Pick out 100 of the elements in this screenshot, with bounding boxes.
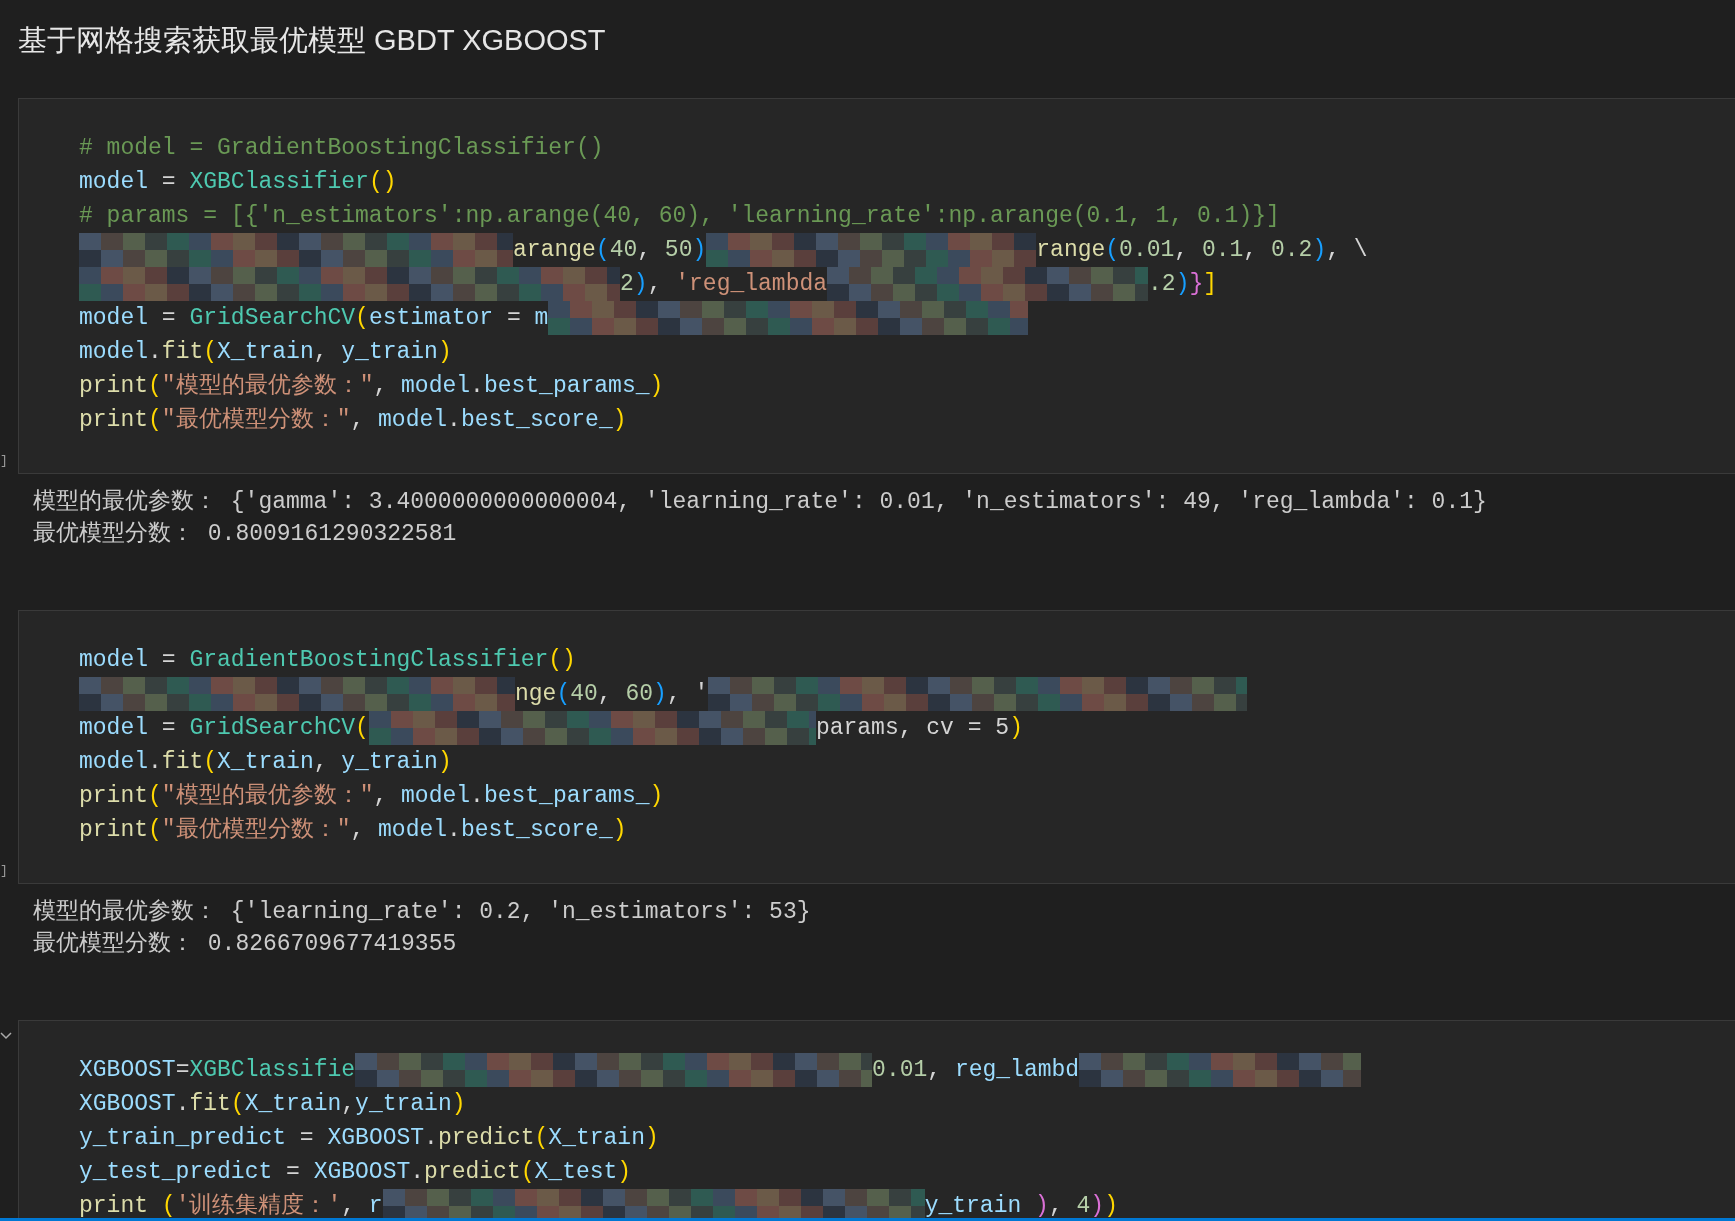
code-function-name: print — [79, 406, 148, 435]
execution-count: ] — [0, 451, 8, 470]
code-text: . — [175, 1090, 190, 1119]
chevron-down-icon[interactable] — [0, 1032, 12, 1040]
code-function-name: fit — [161, 338, 204, 367]
code-text: , — [1174, 236, 1190, 265]
code-identifier: best_params_ — [483, 782, 650, 811]
code-bracket: ( — [520, 1158, 535, 1187]
code-identifier: y_train — [341, 748, 438, 777]
code-identifier: model — [79, 714, 148, 743]
code-bracket: ) — [612, 816, 627, 845]
code-text: , — [350, 406, 366, 435]
code-string: "模型的最优参数：" — [161, 372, 374, 401]
execution-count: ] — [0, 861, 8, 880]
code-bracket: () — [368, 168, 397, 197]
code-cell[interactable]: model = GradientBoostingClassifier() nge(40, 60), ' model = GridSearchCV( params, cv = 5) model.fit(X_train, y_train) print("模型的最优参数：", model.best_params_) print("最优模型分数：", model.best_score_) — [18, 610, 1735, 884]
code-string: "最优模型分数：" — [161, 816, 351, 845]
code-identifier: m — [534, 304, 549, 333]
code-identifier: model — [378, 816, 448, 845]
code-bracket: ( — [355, 714, 369, 743]
code-identifier: model — [378, 406, 448, 435]
code-identifier: X_train — [548, 1124, 645, 1153]
code-bracket: ) — [1104, 1192, 1118, 1221]
code-identifier: model — [79, 304, 148, 333]
code-text: , — [341, 1192, 357, 1221]
code-text: , — [597, 680, 613, 709]
code-number: .2 — [1148, 270, 1176, 299]
code-text: = — [298, 1124, 315, 1153]
code-identifier: X_test — [534, 1158, 618, 1187]
code-text: , \ — [1326, 236, 1368, 265]
code-bracket: ) — [649, 782, 664, 811]
code-identifier: estimator — [368, 304, 494, 333]
code-text: , — [313, 338, 329, 367]
code-bracket: ) — [1175, 270, 1190, 299]
code-cell[interactable]: XGBOOST=XGBClassifie 0.01, reg_lambd XGBOOST.fit(X_train,y_train) y_train_predict = XGBOOST.predict(X_train) y_test_predict = XGBOOST.predict(X_test) print ('训练集精度：', r y_train ), 4)) — [18, 1020, 1735, 1221]
code-bracket: ( — [203, 748, 218, 777]
code-bracket: ( — [595, 236, 610, 265]
code-text: = — [160, 714, 177, 743]
code-identifier: y_train — [924, 1192, 1022, 1221]
code-function-name: fit — [189, 1090, 231, 1119]
code-cell[interactable] — [18, 98, 1735, 474]
code-bracket: ( — [230, 1090, 245, 1119]
output-text: 最优模型分数： 0.8266709677419355 — [33, 930, 458, 959]
code-bracket: ( — [148, 782, 162, 811]
code-number: 60 — [625, 680, 654, 709]
code-text: , — [1243, 236, 1259, 265]
code-text: . — [470, 782, 484, 811]
code-string: '训练集精度：' — [175, 1192, 342, 1221]
code-number: 2 — [620, 270, 634, 299]
code-identifier: best_score_ — [460, 816, 613, 845]
code-identifier: best_score_ — [460, 406, 613, 435]
code-bracket: ) — [617, 1158, 632, 1187]
code-class-name: GradientBoostingClassifier — [189, 646, 549, 675]
code-text: . — [447, 816, 461, 845]
code-text: . — [148, 748, 162, 777]
code-text: , — [1048, 1192, 1064, 1221]
code-identifier: best_params_ — [483, 372, 650, 401]
code-class-name: XGBClassifie — [189, 1056, 356, 1085]
code-text: . — [447, 406, 461, 435]
code-text: = — [160, 304, 177, 333]
code-bracket: ( — [148, 816, 162, 845]
code-function-name: print — [79, 816, 148, 845]
code-bracket: ) — [1034, 1192, 1049, 1221]
code-text: , — [637, 236, 653, 265]
code-text: , — [927, 1056, 943, 1085]
code-function-name: fit — [161, 748, 204, 777]
code-function-name: arange — [513, 236, 596, 265]
notebook-heading: 基于网格搜索获取最优模型 GBDT XGBOOST — [17, 23, 607, 58]
code-bracket: ( — [1105, 236, 1120, 265]
code-identifier: model — [79, 168, 148, 197]
code-string: "最优模型分数：" — [161, 406, 351, 435]
code-identifier: XGBOOST — [327, 1124, 425, 1153]
code-string: "模型的最优参数：" — [161, 782, 374, 811]
output-text: 模型的最优参数： {'gamma': 3.4000000000000004, 'learning_rate': 0.01, 'n_estimators': 49, 'reg_lambda': 0.1} — [33, 488, 1488, 517]
code-identifier: reg_lambd — [954, 1056, 1080, 1085]
code-identifier: model — [79, 646, 148, 675]
code-bracket: ) — [692, 236, 707, 265]
code-identifier: y_train_predict — [79, 1124, 287, 1153]
code-identifier: model — [401, 782, 471, 811]
code-identifier: X_train — [244, 1090, 342, 1119]
code-comment: # params = [{'n_estimators':np.arange(40, 60), 'learning_rate':np.arange(0.1, 1, 0.1)}] — [79, 202, 1280, 231]
code-function-name: print — [79, 1192, 148, 1221]
code-text: , — [350, 816, 366, 845]
code-text: = — [505, 304, 522, 333]
code-function-name: predict — [424, 1158, 521, 1187]
code-text: , — [341, 1090, 356, 1119]
code-text: = — [285, 1158, 301, 1187]
code-number: 4 — [1076, 1192, 1091, 1221]
code-function-name: print — [79, 372, 148, 401]
code-text: , ' — [666, 680, 709, 709]
code-number: 40 — [570, 680, 598, 709]
code-text: , — [373, 372, 389, 401]
code-bracket: ( — [148, 372, 162, 401]
code-number: 40 — [609, 236, 638, 265]
code-bracket: ( — [556, 680, 571, 709]
code-bracket: ( — [534, 1124, 549, 1153]
code-bracket: () — [548, 646, 576, 675]
code-bracket: ) — [644, 1124, 659, 1153]
code-text: , — [647, 270, 663, 299]
code-bracket: ) — [437, 748, 452, 777]
